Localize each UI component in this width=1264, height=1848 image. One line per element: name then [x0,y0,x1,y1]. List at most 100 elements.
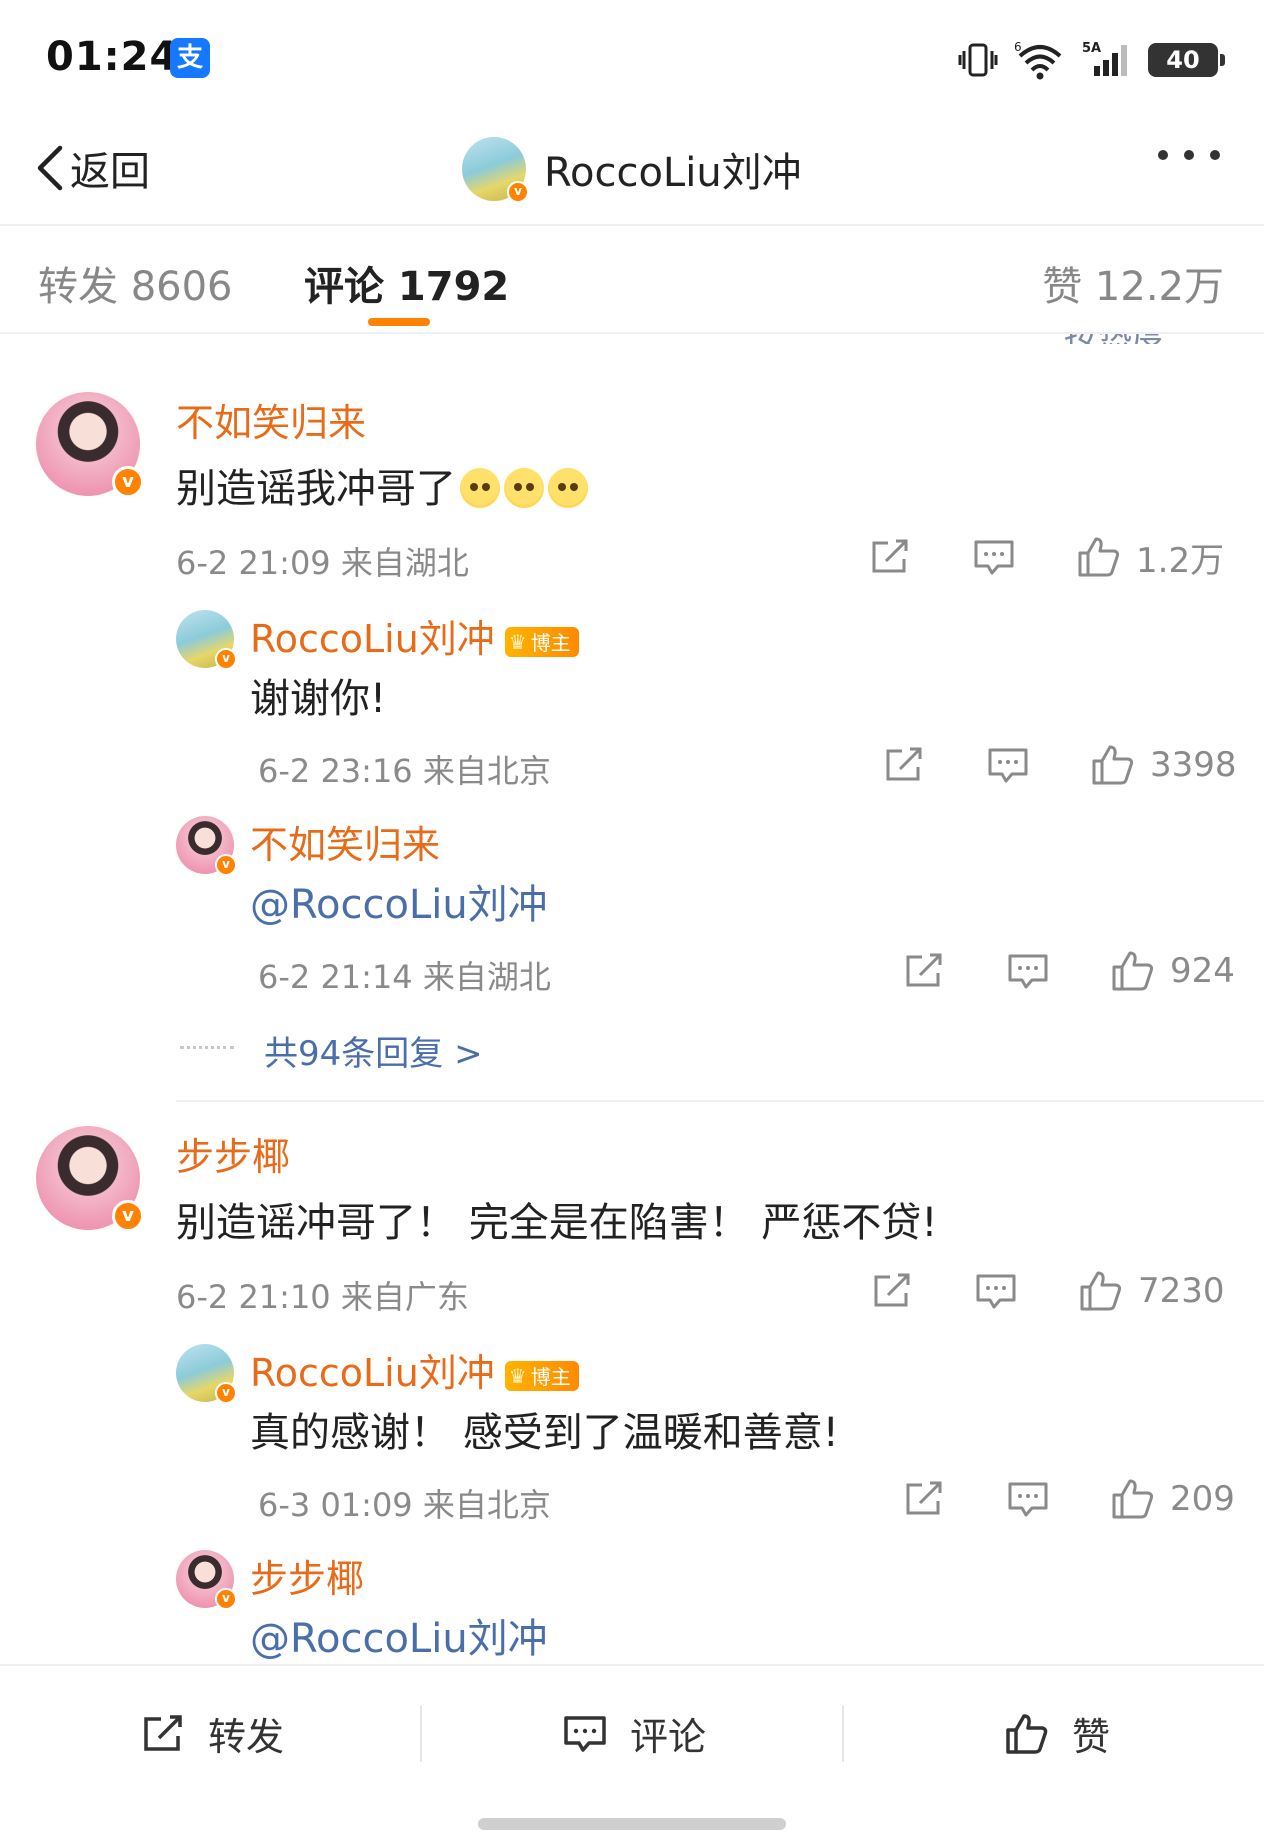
reply-button[interactable] [1006,951,1050,991]
comment-text: 别造谣我冲哥了 [176,456,588,514]
page-title: RoccoLiu刘冲 [544,150,802,196]
verified-icon: v [215,1588,237,1610]
tab-active-indicator [368,318,430,326]
battery-icon: 40 [1148,43,1225,77]
crown-icon: ♛ [508,1363,527,1388]
avatar[interactable]: v [176,816,237,876]
reply-username[interactable]: RoccoLiu刘冲 ♛ 博主 [250,608,579,663]
avatar[interactable]: v [36,392,144,498]
comment-icon [976,1274,1016,1309]
repost-button[interactable]: 转发 [140,1706,284,1761]
share-button[interactable] [902,1479,946,1519]
alipay-icon: 支 [170,38,210,78]
reply-button[interactable] [1006,1479,1050,1519]
share-button[interactable] [902,951,946,991]
reply-text: 谢谢你! [250,676,387,722]
wifi-icon: 6 [1014,40,1062,80]
tab-bar: 转发 8606 评论 1792 赞 12.2万 [0,228,1264,334]
like-count: 209 [1170,1479,1235,1519]
comment-meta: 6-2 21:09 来自湖北 [176,544,469,582]
reply-meta: 6-2 21:14 来自湖北 [258,958,551,996]
comment-item: v 不如笑归来 别造谣我冲哥了 6-2 21:09 来自湖北 1.2万 v Ro… [0,384,1264,1074]
like-count: 1.2万 [1136,540,1225,581]
cellular-signal-icon: 5A [1082,41,1127,76]
reply-button[interactable] [974,1271,1018,1311]
verified-icon: v [112,1200,144,1232]
like-icon [1080,1271,1122,1311]
verified-icon: v [215,648,237,670]
comment-text: 别造谣冲哥了！ 完全是在陷害！ 严惩不贷! [176,1200,938,1246]
reply-meta: 6-2 23:16 来自北京 [258,752,551,790]
comment-label: 评论 [630,1715,707,1759]
avatar[interactable]: v [176,610,237,670]
avatar[interactable]: v [176,1344,237,1404]
like-label: 赞 [1072,1715,1111,1759]
share-button[interactable] [868,537,912,577]
comment-icon [1008,1482,1048,1517]
avatar[interactable]: v [36,1126,144,1232]
tab-repost[interactable]: 转发 8606 [38,254,233,312]
like-button[interactable]: 赞 [1004,1706,1110,1761]
more-dots-icon[interactable] [1158,150,1220,160]
share-icon [906,953,942,987]
divider [420,1706,422,1762]
reply-mention[interactable]: @RoccoLiu刘冲 [250,1606,548,1664]
verified-icon: v [215,854,237,876]
blogger-badge-label: 博主 [530,1365,571,1389]
like-icon [1112,951,1154,991]
reply-button[interactable] [986,745,1030,785]
comment-icon [564,1715,606,1752]
crown-icon: ♛ [508,629,527,654]
share-button[interactable] [870,1271,914,1311]
comment-button[interactable]: 评论 [562,1706,706,1761]
share-icon [144,1714,182,1751]
like-count: 3398 [1150,745,1237,785]
like-button[interactable]: 1.2万 [1076,533,1224,582]
avatar[interactable]: v [462,137,529,203]
replies-dots [180,1046,234,1049]
network-label: 5A [1082,41,1101,56]
like-count: 924 [1170,951,1235,991]
reply-username-text: RoccoLiu刘冲 [250,617,495,661]
reply-mention[interactable]: @RoccoLiu刘冲 [250,872,548,930]
repost-label: 转发 [208,1715,285,1759]
blogger-badge-label: 博主 [530,631,571,655]
comment-actions: 7230 [870,1266,1225,1316]
like-button[interactable]: 209 [1110,1477,1235,1521]
reply-username-text: RoccoLiu刘冲 [250,1351,495,1395]
like-icon [1078,537,1120,577]
sort-toggle[interactable]: 按热度 [1064,334,1224,344]
comment-text-content: 别造谣我冲哥了 [176,466,456,512]
share-button[interactable] [882,745,926,785]
status-time: 01:24 [46,34,179,80]
like-button[interactable]: 924 [1110,949,1235,993]
crying-emoji-icon [504,468,544,508]
like-count: 7230 [1138,1271,1225,1311]
reply-username[interactable]: 步步椰 [250,1548,364,1603]
blogger-badge: ♛ 博主 [504,626,579,657]
home-indicator[interactable] [478,1818,786,1830]
header-user[interactable]: v RoccoLiu刘冲 [462,134,802,204]
reply-actions: 3398 [882,740,1237,790]
share-icon [874,1273,910,1307]
reply-username[interactable]: RoccoLiu刘冲 ♛ 博主 [250,1342,579,1397]
divider [176,1100,1264,1102]
comment-meta: 6-2 21:10 来自广东 [176,1278,469,1316]
comment-icon [974,540,1014,575]
reply-button[interactable] [972,537,1016,577]
wifi-label: 6 [1014,40,1022,54]
like-button[interactable]: 3398 [1090,743,1237,787]
comment-username[interactable]: 不如笑归来 [176,392,366,447]
reply-meta: 6-3 01:09 来自北京 [258,1486,551,1524]
blogger-badge: ♛ 博主 [504,1360,579,1391]
share-icon [872,539,908,573]
tab-like[interactable]: 赞 12.2万 [1042,254,1224,312]
comment-username[interactable]: 步步椰 [176,1126,290,1181]
view-more-replies-link[interactable]: 共94条回复 > [264,1026,483,1075]
share-icon [886,747,922,781]
reply-username[interactable]: 不如笑归来 [250,814,440,869]
avatar[interactable]: v [176,1550,237,1610]
verified-icon: v [507,181,529,203]
like-button[interactable]: 7230 [1078,1269,1225,1313]
back-button[interactable]: 返回 [34,140,150,196]
